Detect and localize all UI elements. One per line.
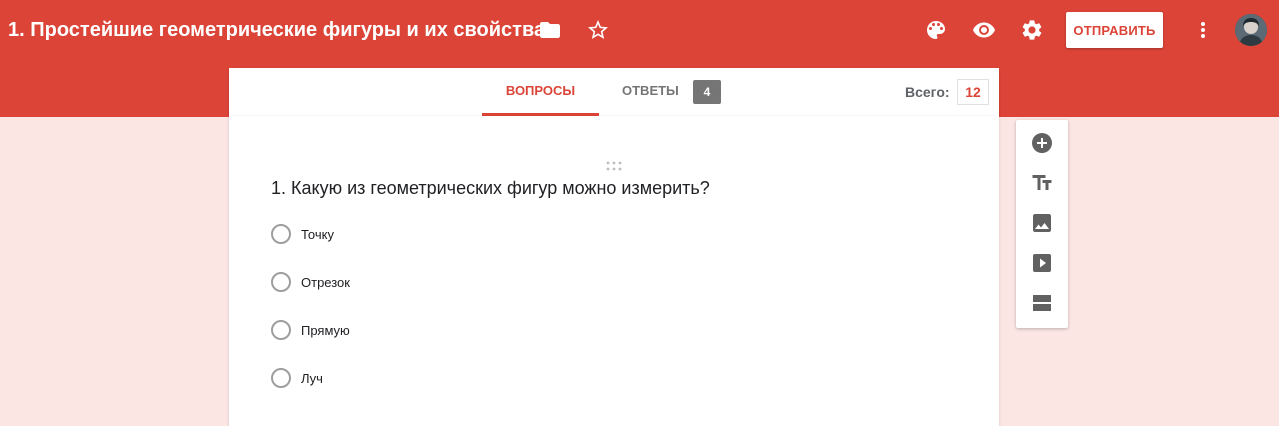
radio-button[interactable] xyxy=(271,224,291,244)
palette-icon[interactable] xyxy=(924,18,948,42)
preview-eye-icon[interactable] xyxy=(972,18,996,42)
question-title[interactable]: 1. Какую из геометрических фигур можно и… xyxy=(271,178,710,199)
star-icon[interactable] xyxy=(586,18,610,42)
add-image-icon[interactable] xyxy=(1030,211,1054,235)
send-button[interactable]: ОТПРАВИТЬ xyxy=(1066,12,1163,48)
total-label: Всего: xyxy=(905,84,950,100)
question-card[interactable]: 1. Какую из геометрических фигур можно и… xyxy=(229,116,999,426)
side-toolbar xyxy=(1016,120,1068,328)
settings-gear-icon[interactable] xyxy=(1020,18,1044,42)
add-title-icon[interactable] xyxy=(1030,171,1054,195)
add-video-icon[interactable] xyxy=(1030,251,1054,275)
option-item[interactable]: Прямую xyxy=(271,320,571,340)
radio-button[interactable] xyxy=(271,368,291,388)
tab-questions[interactable]: ВОПРОСЫ xyxy=(482,68,599,116)
radio-button[interactable] xyxy=(271,272,291,292)
option-item[interactable]: Точку xyxy=(271,224,571,244)
option-item[interactable]: Луч xyxy=(271,368,571,388)
total-points-field[interactable]: 12 xyxy=(957,79,989,105)
option-item[interactable]: Отрезок xyxy=(271,272,571,292)
more-vert-icon[interactable] xyxy=(1191,18,1215,42)
form-title[interactable]: 1. Простейшие геометрические фигуры и их… xyxy=(8,19,545,42)
folder-icon[interactable] xyxy=(538,18,562,42)
option-label: Точку xyxy=(301,227,334,242)
radio-button[interactable] xyxy=(271,320,291,340)
option-label: Прямую xyxy=(301,323,350,338)
add-question-icon[interactable] xyxy=(1030,131,1054,155)
add-section-icon[interactable] xyxy=(1030,291,1054,315)
drag-handle-icon[interactable] xyxy=(606,158,622,171)
answers-count-badge: 4 xyxy=(693,80,721,104)
option-label: Луч xyxy=(301,371,323,386)
option-label: Отрезок xyxy=(301,275,350,290)
tab-answers-label: ОТВЕТЫ xyxy=(622,83,679,98)
avatar[interactable] xyxy=(1235,14,1267,46)
tabs-card: ВОПРОСЫ ОТВЕТЫ 4 Всего: 12 xyxy=(229,68,999,116)
